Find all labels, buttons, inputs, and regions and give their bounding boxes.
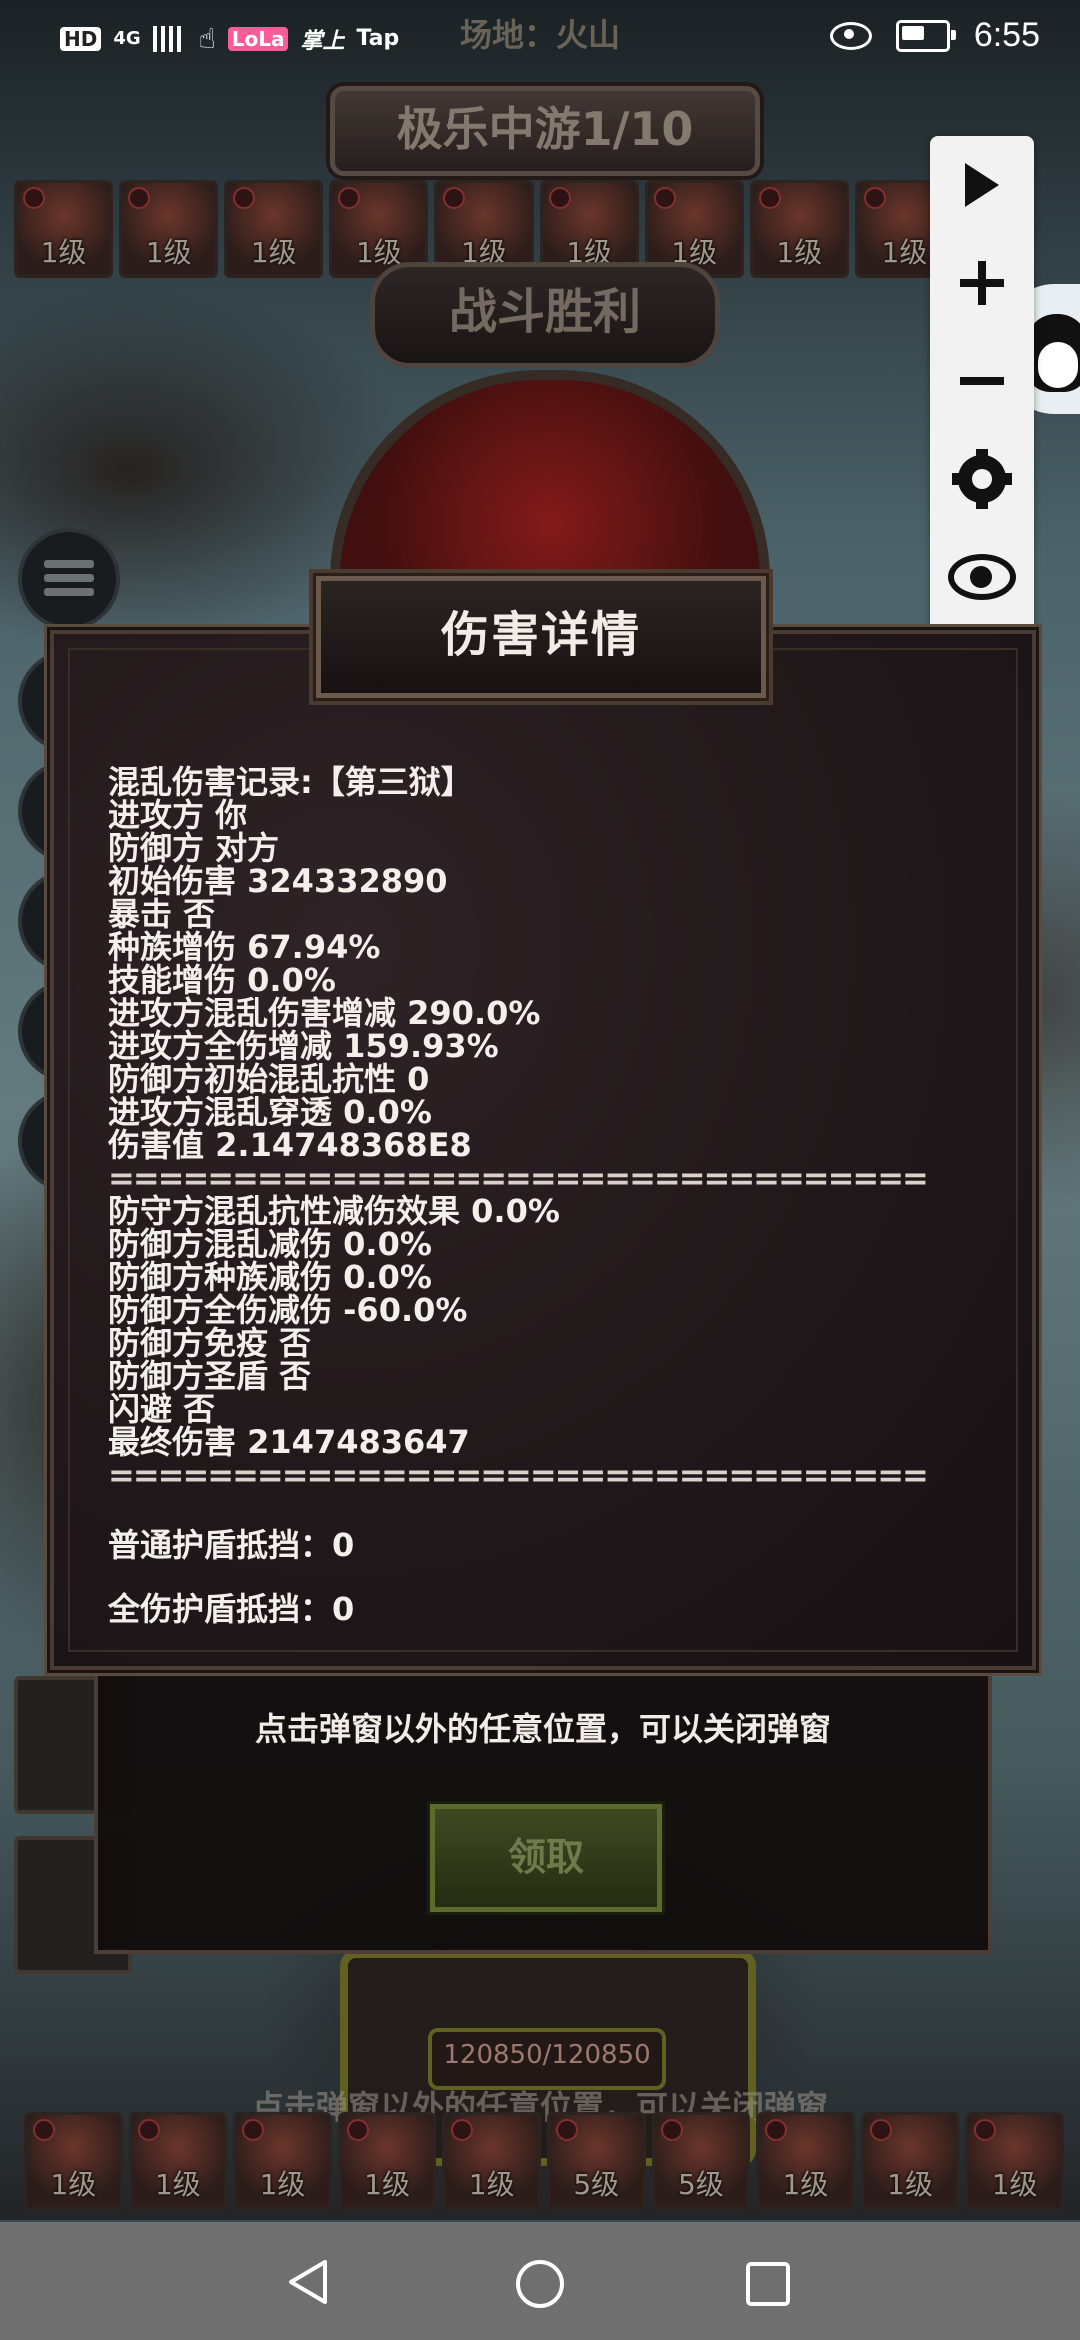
damage-log: 混乱伤害记录:【第三狱】 进攻方 你 防御方 对方 初始伤害 324332890… xyxy=(108,766,968,1492)
dialog-title: 伤害详情 xyxy=(316,576,766,698)
play-button[interactable] xyxy=(930,136,1034,234)
log-line: 防御方种族减伤 0.0% xyxy=(108,1258,432,1296)
home-icon[interactable] xyxy=(514,2258,566,2310)
close-hint: 点击弹窗以外的任意位置，可以关闭弹窗 xyxy=(254,1710,831,1748)
normal-shield-block: 普通护盾抵挡：0 xyxy=(108,1526,355,1564)
recent-apps-icon[interactable] xyxy=(744,2260,792,2308)
navigation-bar xyxy=(0,2222,1080,2340)
log-line: 防御方免疫 否 xyxy=(108,1324,312,1362)
log-line: 防御方混乱减伤 0.0% xyxy=(108,1225,432,1263)
zoom-out-button[interactable] xyxy=(930,332,1034,430)
tap-notification: Tap xyxy=(356,26,400,51)
log-line: 防御方全伤减伤 -60.0% xyxy=(108,1291,468,1329)
log-line: 闪避 否 xyxy=(108,1390,216,1428)
log-line: 防御方 对方 xyxy=(108,829,280,867)
gear-icon xyxy=(952,449,1012,509)
reward-panel: 点击弹窗以外的任意位置，可以关闭弹窗 领取 xyxy=(94,1640,992,1954)
separator-line: ========================================… xyxy=(108,1162,928,1195)
log-line: 进攻方 你 xyxy=(108,796,248,834)
minus-icon xyxy=(960,377,1004,385)
log-line: 最终伤害 2147483647 xyxy=(108,1423,470,1461)
signal-icon xyxy=(152,25,187,52)
log-line: 防御方初始混乱抗性 0 xyxy=(108,1060,430,1098)
visibility-button[interactable] xyxy=(930,528,1034,626)
clock: 6:55 xyxy=(973,16,1040,54)
log-line: 进攻方混乱伤害增减 290.0% xyxy=(108,994,541,1032)
plus-icon xyxy=(960,261,1004,305)
network-type: 4G xyxy=(113,28,141,49)
log-line: 种族增伤 67.94% xyxy=(108,928,381,966)
touch-icon: ☝ xyxy=(198,22,216,55)
status-bar: HD 4G ☝ LoLa 掌上 Tap 6:55 xyxy=(0,0,1080,80)
log-line: 伤害值 2.14748368E8 xyxy=(108,1126,472,1164)
log-line: 初始伤害 324332890 xyxy=(108,862,448,900)
log-line: 进攻方全伤增减 159.93% xyxy=(108,1027,499,1065)
log-line: 技能增伤 0.0% xyxy=(108,961,336,999)
log-line: 暴击 否 xyxy=(108,895,216,933)
settings-button[interactable] xyxy=(930,430,1034,528)
claim-button[interactable]: 领取 xyxy=(430,1804,662,1912)
full-shield-block: 全伤护盾抵挡：0 xyxy=(108,1590,355,1628)
battery-icon xyxy=(895,19,956,52)
log-line: 混乱伤害记录:【第三狱】 xyxy=(108,763,473,801)
eye-comfort-icon xyxy=(829,21,872,50)
hd-indicator: HD xyxy=(60,26,102,51)
log-line: 进攻方混乱穿透 0.0% xyxy=(108,1093,432,1131)
eye-icon xyxy=(948,554,1016,600)
back-icon[interactable] xyxy=(285,2258,333,2306)
log-line: 防御方圣盾 否 xyxy=(108,1357,312,1395)
separator-line: ========================================… xyxy=(108,1459,928,1492)
app-notification-icon: LoLa xyxy=(227,26,289,51)
log-line: 防守方混乱抗性减伤效果 0.0% xyxy=(108,1192,560,1230)
zoom-in-button[interactable] xyxy=(930,234,1034,332)
app-notification-text: 掌上 xyxy=(300,28,345,54)
play-icon xyxy=(965,163,999,207)
